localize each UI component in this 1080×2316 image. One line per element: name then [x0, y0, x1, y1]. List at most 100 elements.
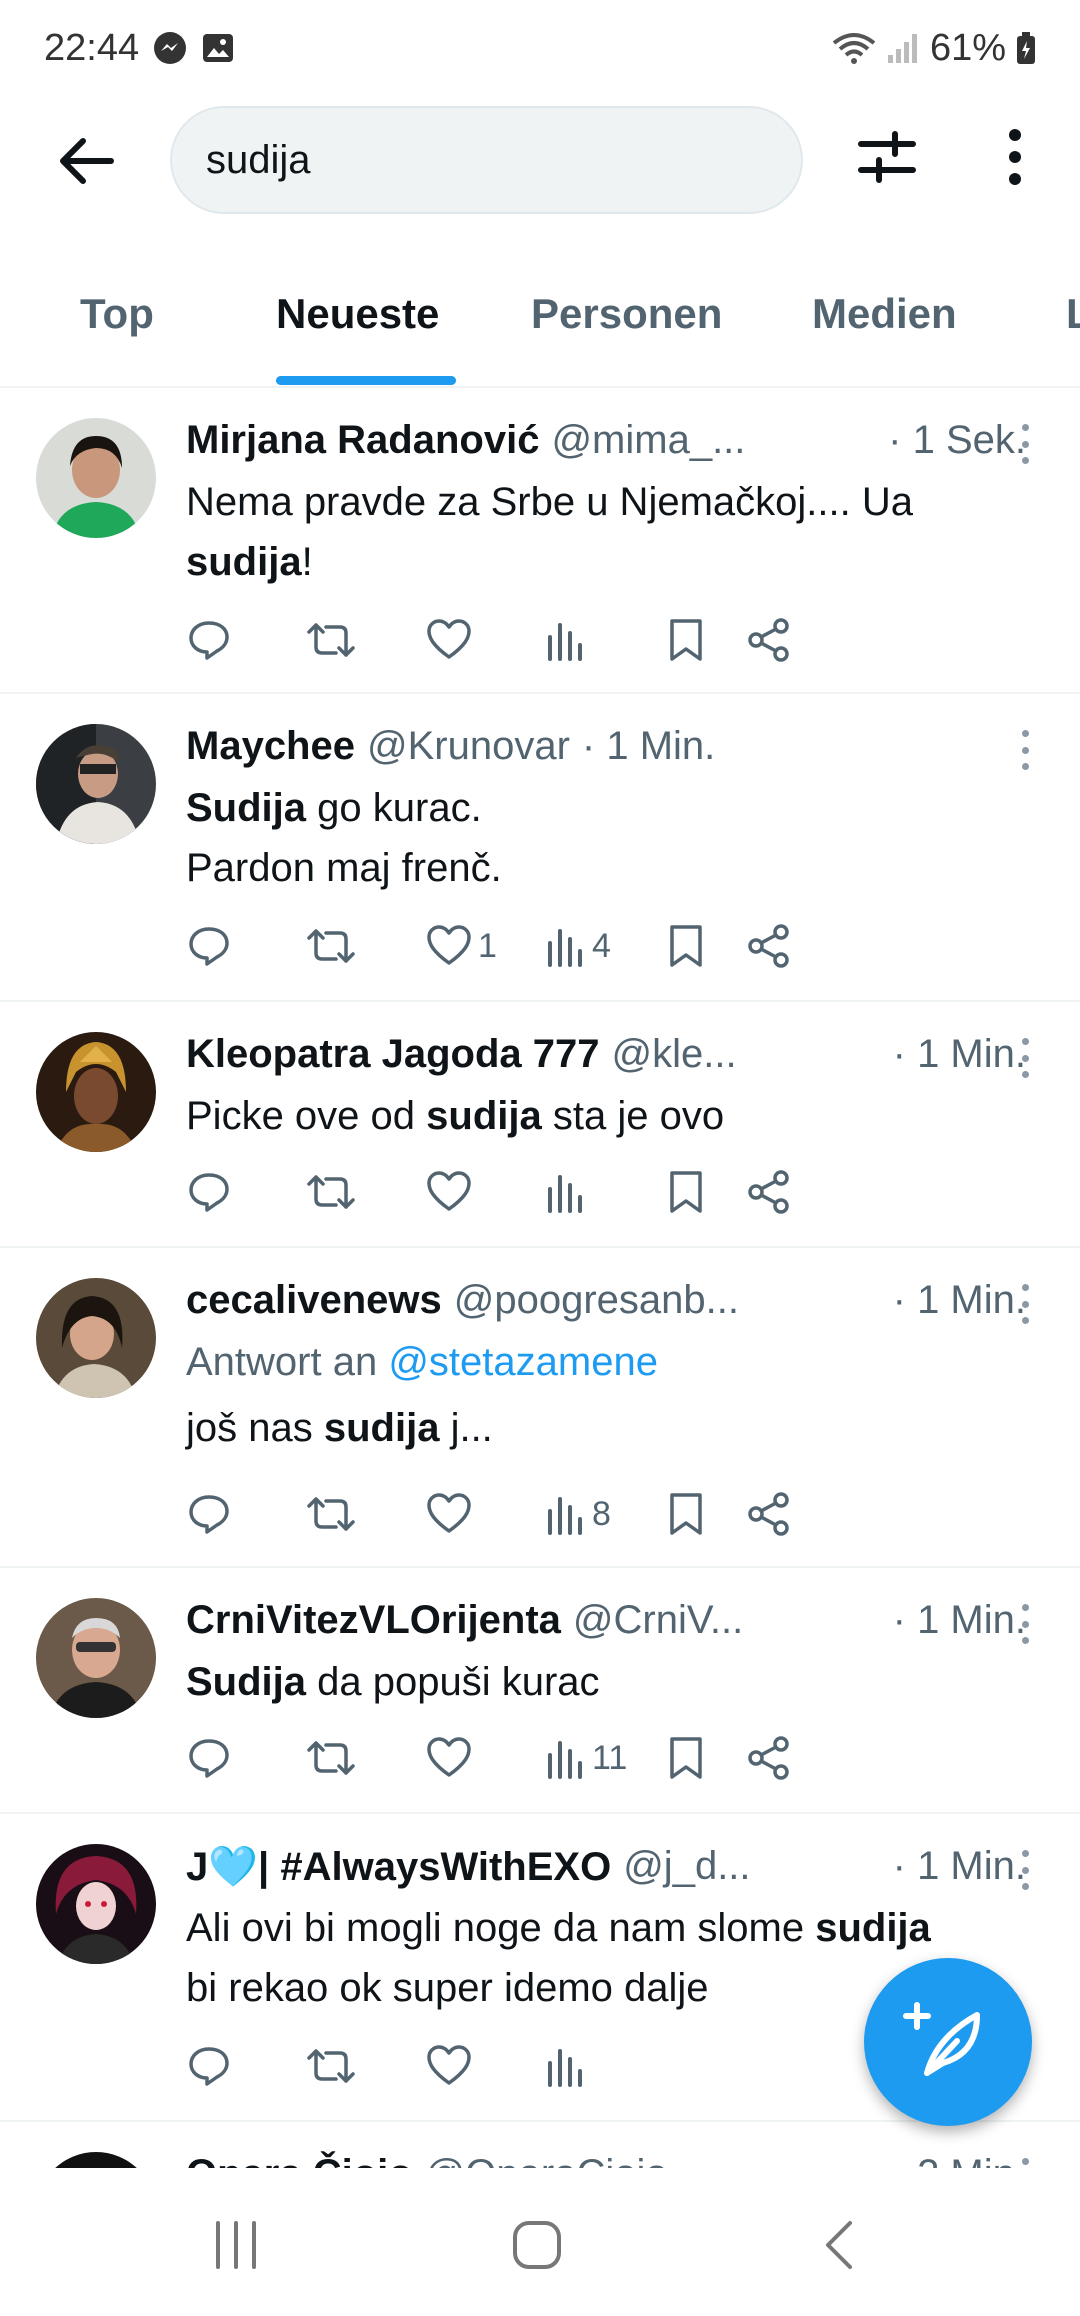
author-name[interactable]: cecalivenews	[186, 1278, 442, 1323]
highlight-term: sudija	[815, 1906, 931, 1950]
bookmark-button[interactable]	[666, 610, 706, 670]
tweet-item[interactable]: cecalivenews @poogresanb... · 1 Min. Ant…	[0, 1248, 1080, 1568]
tab-top[interactable]: Top	[80, 290, 154, 338]
tweet-header: Maychee @Krunovar · 1 Min.	[186, 716, 1026, 776]
author-handle[interactable]: @mima_...	[551, 418, 745, 463]
avatar[interactable]	[36, 418, 156, 538]
more-options-button[interactable]	[980, 122, 1050, 192]
author-name[interactable]: CrniVitezVLOrijenta	[186, 1598, 561, 1643]
retweet-button[interactable]	[306, 1728, 356, 1788]
tab-people[interactable]: Personen	[531, 290, 722, 338]
analytics-icon	[548, 623, 582, 661]
author-handle[interactable]: @OparaCiojo	[425, 2152, 668, 2169]
back-button[interactable]	[50, 126, 120, 196]
like-button[interactable]	[426, 2036, 472, 2096]
tweet-more-icon[interactable]	[1010, 424, 1040, 464]
share-button[interactable]	[746, 1484, 792, 1544]
text-segment: Nema pravde za Srbe u Njemačkoj.... Ua	[186, 480, 913, 524]
tweet-item[interactable]: CrniVitezVLOrijenta @CrniV... · 1 Min. S…	[0, 1568, 1080, 1814]
tab-latest[interactable]: Neueste	[276, 290, 439, 338]
reply-button[interactable]	[186, 2036, 232, 2096]
avatar[interactable]	[36, 1598, 156, 1718]
author-name[interactable]: Mirjana Radanović	[186, 418, 539, 463]
like-button[interactable]	[426, 1484, 472, 1544]
home-button[interactable]	[497, 2210, 577, 2280]
tweet-time: · 1 Sek.	[888, 417, 1026, 462]
tweet-text: Antwort an @stetazamene još nas sudija j…	[186, 1332, 1046, 1458]
views-button[interactable]	[546, 2036, 586, 2096]
author-handle[interactable]: @poogresanb...	[454, 1278, 739, 1323]
tweet-actions	[186, 1162, 1046, 1222]
reply-button[interactable]	[186, 916, 232, 976]
highlight-term: sudija	[323, 1406, 440, 1450]
share-button[interactable]	[746, 916, 792, 976]
author-name[interactable]: Opara Čiojo	[186, 2152, 413, 2169]
like-button[interactable]	[426, 610, 472, 670]
tweet-item[interactable]: Opara Čiojo @OparaCiojo · 2 Min.	[0, 2122, 1080, 2168]
views-button[interactable]	[546, 610, 586, 670]
tweet-feed[interactable]: Mirjana Radanović @mima_... · 1 Sek. Nem…	[0, 388, 1080, 2168]
tweet-item[interactable]: Maychee @Krunovar · 1 Min. Sudija go kur…	[0, 694, 1080, 1002]
bookmark-button[interactable]	[666, 1162, 706, 1222]
share-button[interactable]	[746, 610, 792, 670]
avatar[interactable]	[36, 1278, 156, 1398]
tweet-header: CrniVitezVLOrijenta @CrniV... · 1 Min.	[186, 1590, 1026, 1650]
reply-mention-link[interactable]: @stetazamene	[388, 1340, 658, 1384]
share-button[interactable]	[746, 1162, 792, 1222]
tweet-item[interactable]: Mirjana Radanović @mima_... · 1 Sek. Nem…	[0, 388, 1080, 694]
reply-button[interactable]	[186, 1728, 232, 1788]
avatar[interactable]	[36, 2152, 156, 2168]
heart-icon	[427, 925, 471, 965]
highlight-term: Sudija	[186, 1660, 307, 1704]
text-segment: sta je ovo	[541, 1094, 725, 1138]
author-handle[interactable]: @CrniV...	[573, 1598, 743, 1643]
avatar[interactable]	[36, 724, 156, 844]
views-button[interactable]: 8	[546, 1484, 611, 1544]
retweet-button[interactable]	[306, 916, 356, 976]
avatar[interactable]	[36, 1032, 156, 1152]
tweet-more-icon[interactable]	[1010, 1038, 1040, 1078]
author-name[interactable]: Maychee	[186, 724, 355, 769]
tab-lists[interactable]: L	[1066, 290, 1080, 338]
recent-apps-button[interactable]	[196, 2210, 276, 2280]
share-button[interactable]	[746, 1728, 792, 1788]
tweet-actions: 1 4	[186, 916, 1046, 976]
author-handle[interactable]: @kle...	[612, 1032, 737, 1077]
tab-media[interactable]: Medien	[812, 290, 957, 338]
author-name[interactable]: Kleopatra Jagoda 777	[186, 1032, 600, 1077]
retweet-button[interactable]	[306, 1484, 356, 1544]
tweet-more-icon[interactable]	[1010, 730, 1040, 770]
tweet-more-icon[interactable]	[1010, 1604, 1040, 1644]
reply-button[interactable]	[186, 1162, 232, 1222]
retweet-button[interactable]	[306, 610, 356, 670]
reply-button[interactable]	[186, 1484, 232, 1544]
author-handle[interactable]: @j_d...	[623, 1844, 750, 1889]
like-button[interactable]	[426, 1728, 472, 1788]
reply-button[interactable]	[186, 610, 232, 670]
tweet-more-icon[interactable]	[1010, 2158, 1040, 2168]
retweet-icon	[307, 1175, 355, 1209]
tweet-more-icon[interactable]	[1010, 1284, 1040, 1324]
views-button[interactable]: 11	[546, 1728, 627, 1788]
bookmark-button[interactable]	[666, 1484, 706, 1544]
search-filter-button[interactable]	[852, 122, 922, 192]
search-input[interactable]: sudija	[170, 106, 803, 214]
avatar[interactable]	[36, 1844, 156, 1964]
like-button[interactable]: 1	[426, 916, 497, 976]
bookmark-button[interactable]	[666, 916, 706, 976]
author-name[interactable]: J🩵| #AlwaysWithEXO	[186, 1843, 611, 1890]
author-handle[interactable]: @Krunovar	[367, 724, 570, 769]
views-button[interactable]: 4	[546, 916, 611, 976]
retweet-button[interactable]	[306, 1162, 356, 1222]
compose-tweet-button[interactable]	[864, 1958, 1032, 2126]
highlight-term: Sudija	[186, 786, 307, 830]
tweet-more-icon[interactable]	[1010, 1850, 1040, 1890]
views-button[interactable]	[546, 1162, 586, 1222]
retweet-button[interactable]	[306, 2036, 356, 2096]
tweet-item[interactable]: Kleopatra Jagoda 777 @kle... · 1 Min. Pi…	[0, 1002, 1080, 1248]
bookmark-icon	[670, 1171, 702, 1213]
like-button[interactable]	[426, 1162, 472, 1222]
system-back-button[interactable]	[800, 2210, 880, 2280]
bookmark-button[interactable]	[666, 1728, 706, 1788]
compose-feather-icon	[903, 2002, 980, 2076]
